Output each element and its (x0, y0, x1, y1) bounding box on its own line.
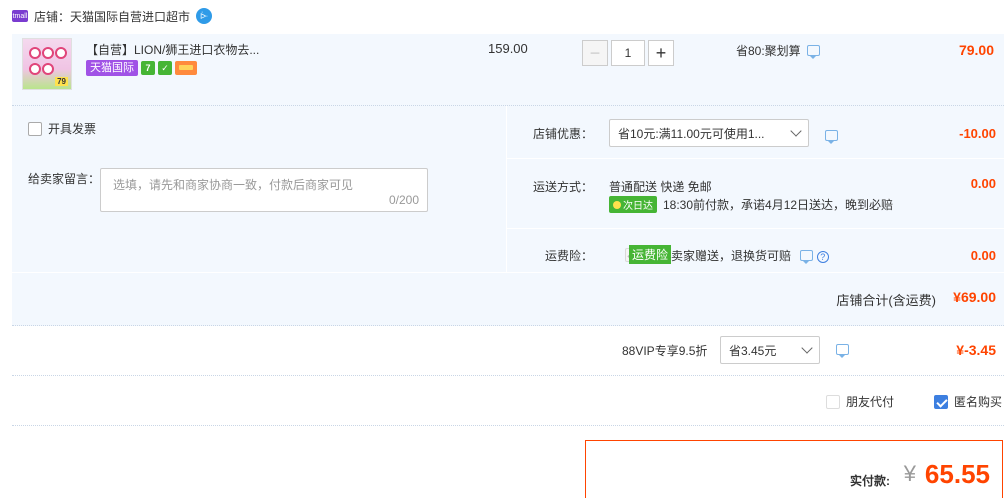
anonymous-purchase-checkbox[interactable] (934, 394, 948, 409)
shipping-label: 运送方式： (533, 180, 594, 194)
product-tags: 天猫国际 7 ✓ (86, 60, 197, 76)
message-icon[interactable] (806, 45, 820, 59)
payment-options-row: 朋友代付 匿名购买 (12, 376, 1004, 426)
shop-total-label: 店铺合计(含运费) (836, 293, 936, 308)
thumbnail-price: 79 (55, 77, 68, 86)
vip-discount-label: 88VIP专享9.5折 (622, 344, 708, 358)
seller-message-placeholder: 选填，请先和商家协商一致，付款后商家可见 (113, 178, 354, 192)
shop-coupon-value: 省10元:满11.00元可使用1... (618, 126, 765, 141)
friend-pay-label: 朋友代付 (846, 395, 895, 409)
vip-discount-select[interactable]: 省3.45元 (720, 336, 820, 364)
invoice-option[interactable]: 开具发票 (28, 120, 96, 137)
unit-price: 159.00 (488, 41, 528, 56)
divider (507, 228, 1005, 229)
item-subtotal: 79.00 (958, 42, 994, 58)
shop-header: tmall 店铺：天猫国际自营进口超市 ᐕ (12, 6, 213, 26)
shop-total-amount: ¥69.00 (953, 289, 996, 305)
credit-card-icon (175, 61, 197, 75)
insurance-label: 运费险： (545, 249, 594, 263)
seller-message-label: 给卖家留言： (28, 172, 101, 186)
final-payment-label: 实付款: (850, 474, 890, 488)
seller-message-input[interactable]: 选填，请先和商家协商一致，付款后商家可见 0/200 (100, 168, 428, 212)
friend-pay-checkbox[interactable] (826, 394, 840, 409)
invoice-checkbox[interactable] (28, 121, 42, 136)
authentic-guarantee-icon: ✓ (158, 61, 172, 75)
quantity-stepper: − 1 + (582, 40, 674, 66)
shop-name-link[interactable]: 店铺：天猫国际自营进口超市 (34, 8, 190, 25)
order-options-left: 开具发票 给卖家留言： 选填，请先和商家协商一致，付款后商家可见 0/200 (12, 106, 506, 272)
anonymous-purchase-option[interactable]: 匿名购买 (934, 393, 1002, 410)
divider (507, 158, 1005, 159)
shipping-promise-text: 18:30前付款，承诺4月12日送达，晚到必赔 (663, 198, 894, 212)
wangwang-chat-icon[interactable]: ᐕ (196, 8, 213, 24)
shipping-promise: 次日达 18:30前付款，承诺4月12日送达，晚到必赔 (609, 196, 893, 213)
next-day-text: 次日达 (623, 201, 653, 212)
chevron-down-icon (790, 125, 802, 137)
item-savings: 省80:聚划算 (736, 42, 820, 59)
chevron-down-icon (801, 342, 813, 354)
shop-coupon-amount: -10.00 (959, 126, 996, 141)
friend-pay-option[interactable]: 朋友代付 (826, 393, 894, 410)
anonymous-purchase-label: 匿名购买 (954, 395, 1003, 409)
bolt-icon (613, 200, 621, 209)
coupon-info-icon[interactable] (825, 130, 838, 144)
shop-coupon-select[interactable]: 省10元:满11.00元可使用1... (609, 119, 809, 147)
shipping-amount: 0.00 (970, 176, 996, 191)
increase-quantity-button[interactable]: + (648, 40, 674, 66)
tmall-shop-icon: tmall (12, 10, 28, 22)
order-options-right: 店铺优惠： 省10元:满11.00元可使用1... -10.00 运送方式： 普… (506, 106, 1005, 272)
insurance-amount: 0.00 (970, 248, 996, 263)
insurance-badge: 运费险 (629, 245, 672, 264)
next-day-badge: 次日达 (609, 196, 657, 213)
decrease-quantity-button[interactable]: − (582, 40, 608, 66)
vip-info-icon[interactable] (836, 344, 849, 358)
message-icon[interactable] (800, 250, 814, 264)
invoice-label: 开具发票 (48, 122, 97, 136)
vip-discount-value: 省3.45元 (729, 343, 777, 358)
tmall-intl-tag: 天猫国际 (86, 60, 138, 76)
insurance-text: 卖家赠送，退换货可赔 ? (671, 247, 829, 264)
shipping-method: 普通配送 快递 免邮 (609, 180, 712, 194)
final-payment-box: 实付款: ¥ 65.55 (585, 440, 1003, 498)
currency-symbol: ¥ (903, 461, 916, 486)
insurance-desc: 卖家赠送，退换货可赔 (671, 249, 792, 263)
quantity-input[interactable]: 1 (611, 40, 645, 66)
final-payment-amount: 65.55 (924, 459, 990, 489)
vip-discount-row: 88VIP专享9.5折 省3.45元 ¥-3.45 (12, 326, 1004, 376)
savings-text: 省80:聚划算 (736, 44, 801, 58)
shop-total-row: 店铺合计(含运费) ¥69.00 (12, 272, 1004, 326)
product-thumbnail[interactable]: 79 (22, 38, 72, 90)
shop-coupon-label: 店铺优惠： (533, 127, 594, 141)
help-icon[interactable]: ? (816, 251, 829, 263)
order-item-row: 79 【自营】LION/狮王进口衣物去... 天猫国际 7 ✓ 159.00 −… (12, 34, 1004, 106)
message-char-count: 0/200 (388, 193, 419, 207)
seven-day-return-icon: 7 (141, 61, 155, 75)
product-title-link[interactable]: 【自营】LION/狮王进口衣物去... (86, 41, 259, 58)
order-options-panel: 开具发票 给卖家留言： 选填，请先和商家协商一致，付款后商家可见 0/200 店… (12, 106, 1005, 326)
vip-discount-amount: ¥-3.45 (956, 342, 996, 358)
